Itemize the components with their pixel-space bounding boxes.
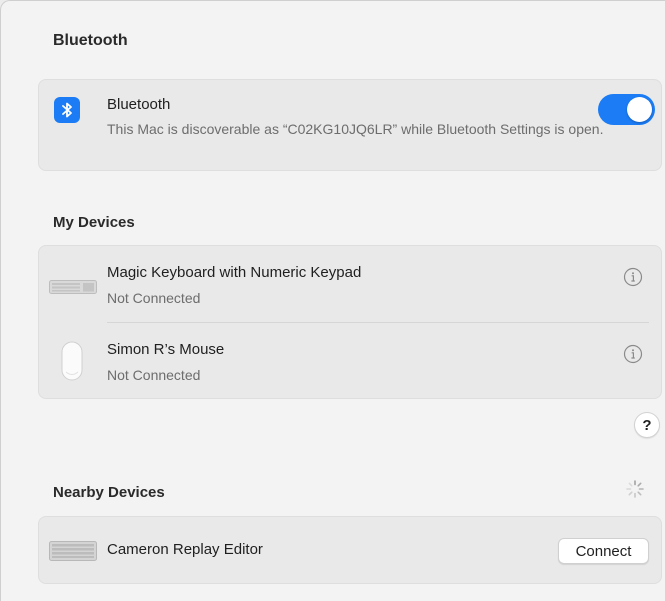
device-name: Magic Keyboard with Numeric Keypad bbox=[107, 264, 362, 281]
settings-pane: Bluetooth Bluetooth This Mac is discover… bbox=[0, 0, 665, 601]
keyboard-icon bbox=[49, 280, 97, 294]
bluetooth-card: Bluetooth This Mac is discoverable as “C… bbox=[38, 79, 662, 171]
toggle-knob bbox=[627, 97, 652, 122]
my-devices-list: Magic Keyboard with Numeric Keypad Not C… bbox=[38, 245, 662, 399]
device-name: Simon R’s Mouse bbox=[107, 341, 225, 358]
device-name: Cameron Replay Editor bbox=[107, 541, 263, 558]
help-button[interactable]: ? bbox=[634, 412, 660, 438]
device-status: Not Connected bbox=[107, 290, 201, 306]
info-icon[interactable] bbox=[623, 344, 643, 364]
nearby-device-row: Cameron Replay Editor Connect bbox=[39, 517, 663, 585]
connect-button[interactable]: Connect bbox=[558, 538, 649, 564]
device-row-magic-keyboard[interactable]: Magic Keyboard with Numeric Keypad Not C… bbox=[39, 246, 663, 323]
info-icon[interactable] bbox=[623, 267, 643, 287]
device-status: Not Connected bbox=[107, 367, 201, 383]
bluetooth-toggle[interactable] bbox=[598, 94, 655, 125]
bluetooth-title: Bluetooth bbox=[107, 96, 171, 113]
loading-spinner-icon bbox=[626, 480, 644, 498]
bluetooth-icon bbox=[54, 97, 80, 123]
page-title: Bluetooth bbox=[53, 32, 128, 49]
nearby-devices-header: Nearby Devices bbox=[53, 484, 165, 501]
mouse-icon bbox=[61, 341, 83, 381]
bluetooth-description: This Mac is discoverable as “C02KG10JQ6L… bbox=[107, 121, 604, 137]
my-devices-header: My Devices bbox=[53, 214, 135, 231]
device-row-mouse[interactable]: Simon R’s Mouse Not Connected bbox=[39, 323, 663, 399]
keyboard-icon bbox=[49, 541, 97, 561]
nearby-devices-list: Cameron Replay Editor Connect bbox=[38, 516, 662, 584]
